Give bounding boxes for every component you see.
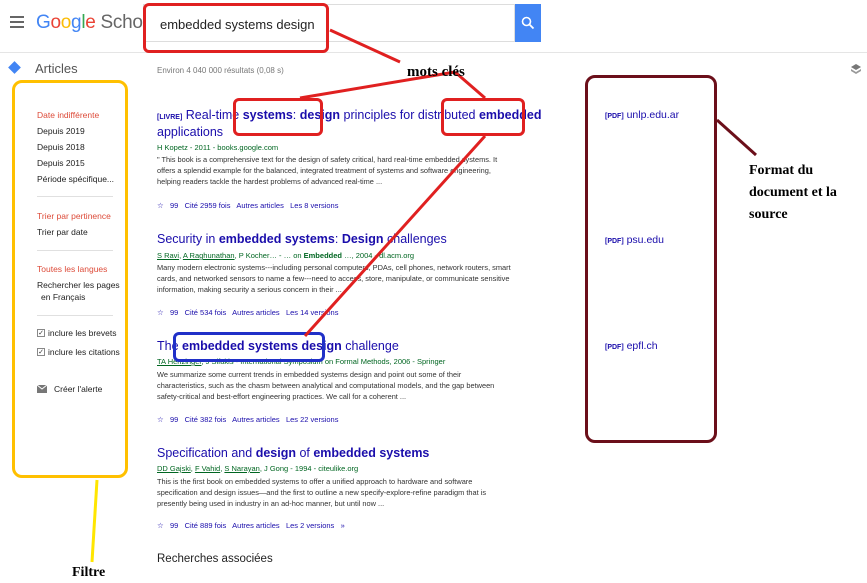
- format-annotation-line: document et la: [749, 185, 837, 200]
- annotation-arrows: [90, 28, 758, 563]
- filter-annotation: Filtre: [72, 565, 106, 580]
- keywords-annotation: mots clés: [407, 64, 465, 80]
- format-annotation-line: source: [749, 207, 788, 222]
- format-annotation-line: Format du: [749, 163, 814, 178]
- format-annotation: Format du document et la source: [749, 160, 837, 226]
